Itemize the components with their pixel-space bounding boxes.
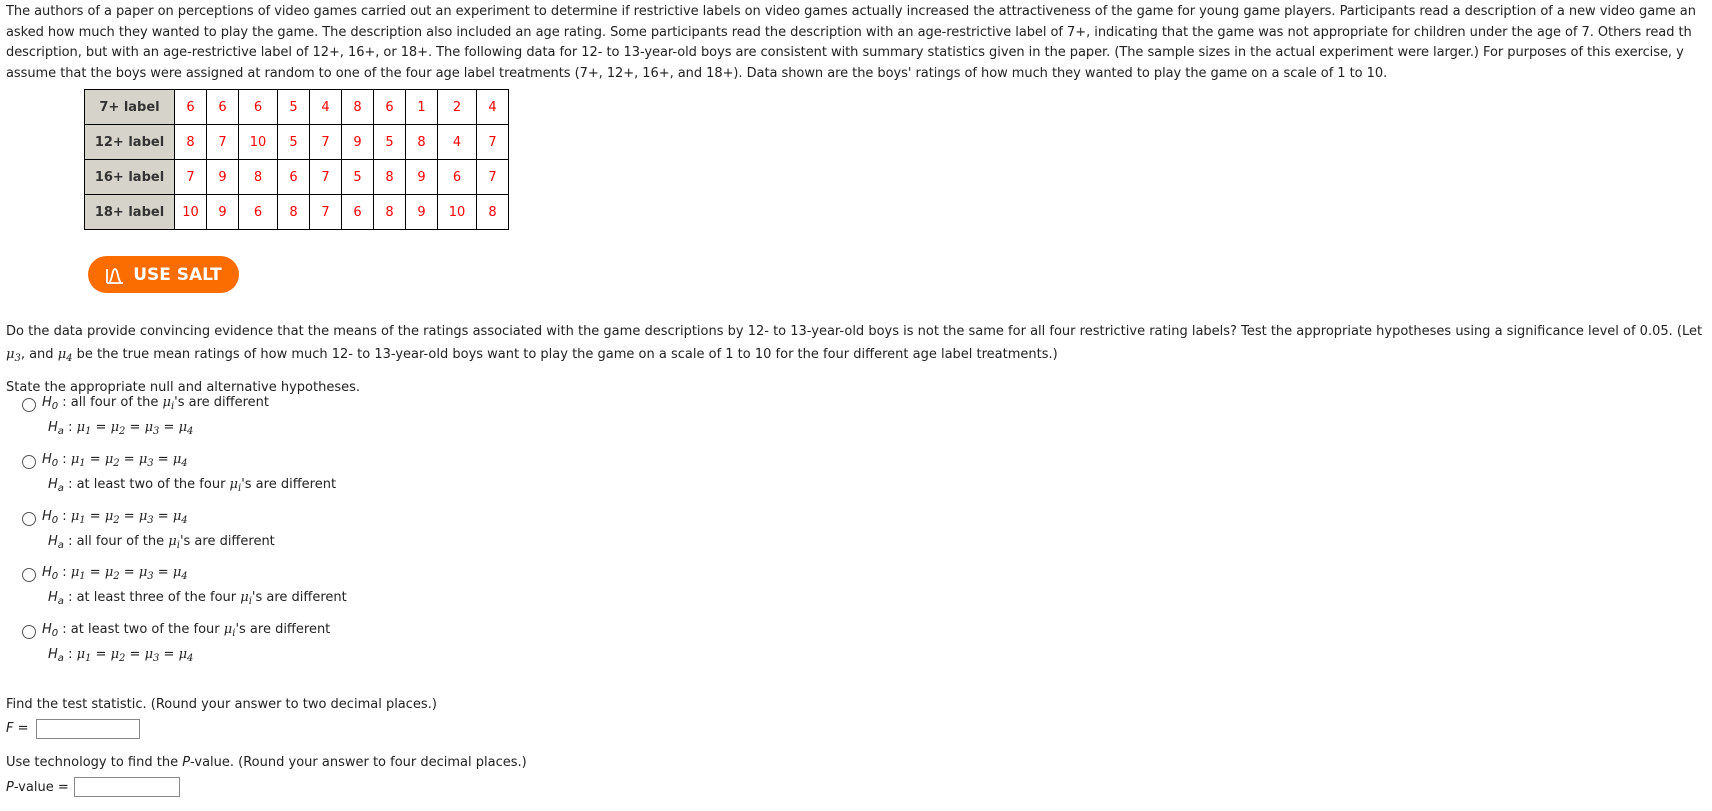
row-label: 7+ label: [84, 89, 175, 125]
null-hypothesis: H0 : at least two of the four μi's are d…: [22, 619, 330, 644]
intro-line: assume that the boys were assigned at ra…: [6, 65, 1388, 81]
hypothesis-option[interactable]: H0 : μ1 = μ2 = μ3 = μ4 Ha : at least thre…: [22, 562, 347, 612]
alternative-hypothesis: Ha : μ1 = μ2 = μ3 = μ4: [22, 644, 330, 669]
intro-line: asked how much they wanted to play the g…: [6, 24, 1692, 40]
rating-cell: 8: [476, 194, 509, 230]
alternative-hypothesis: Ha : at least three of the four μi's are…: [22, 587, 347, 612]
mu3-symbol: μ3: [6, 347, 21, 364]
rating-cell: 6: [341, 194, 374, 230]
rating-cell: 6: [277, 159, 310, 195]
hypothesis-option[interactable]: H0 : at least two of the four μi's are d…: [22, 619, 330, 669]
rating-cell: 2: [437, 89, 477, 125]
rating-cell: 8: [238, 159, 278, 195]
rating-cell: 10: [174, 194, 207, 230]
hypothesis-option[interactable]: H0 : all four of the μi's are different H…: [22, 392, 269, 442]
mu4-symbol: μ4: [57, 347, 73, 364]
rating-cell: 8: [341, 89, 374, 125]
rating-cell: 7: [309, 124, 342, 160]
radio-button[interactable]: [22, 397, 36, 412]
rating-cell: 5: [277, 124, 310, 160]
ha-text: : μ1 = μ2 = μ3 = μ4: [68, 420, 194, 437]
intro-line: description, but with an age-restrictive…: [6, 45, 1684, 60]
rating-cell: 1: [405, 89, 438, 125]
rating-cell: 5: [341, 159, 374, 195]
rating-cell: 7: [309, 159, 342, 195]
table-row: 18+ label 10 9 6 8 7 6 8 9 10 8: [84, 194, 509, 230]
ha-text: : all four of the μi's are different: [68, 534, 275, 551]
rating-cell: 8: [373, 194, 406, 230]
ha-symbol: Ha: [48, 534, 64, 551]
radio-button[interactable]: [22, 624, 36, 639]
hypothesis-option[interactable]: H0 : μ1 = μ2 = μ3 = μ4 Ha : at least two …: [22, 449, 336, 499]
null-hypothesis: H0 : μ1 = μ2 = μ3 = μ4: [22, 562, 347, 587]
radio-button[interactable]: [22, 567, 36, 582]
rating-cell: 7: [174, 159, 207, 195]
rating-cell: 5: [373, 124, 406, 160]
rating-cell: 9: [206, 159, 239, 195]
alternative-hypothesis: Ha : μ1 = μ2 = μ3 = μ4: [22, 417, 269, 442]
p-value-input[interactable]: [74, 777, 180, 797]
test-statistic-prompt: Find the test statistic. (Round your ans…: [6, 697, 437, 712]
rating-cell: 9: [341, 124, 374, 160]
ha-symbol: Ha: [48, 477, 64, 494]
intro-line: The authors of a paper on perceptions of…: [6, 4, 1696, 19]
alternative-hypothesis: Ha : at least two of the four μi's are d…: [22, 474, 336, 499]
alternative-hypothesis: Ha : all four of the μi's are different: [22, 531, 275, 556]
question-line-2: μ3, and μ4 be the true mean ratings of h…: [6, 347, 1058, 364]
rating-cell: 10: [437, 194, 477, 230]
question-line-1: Do the data provide convincing evidence …: [6, 324, 1703, 339]
rating-cell: 6: [238, 194, 278, 230]
row-label: 12+ label: [84, 124, 175, 160]
null-hypothesis: H0 : μ1 = μ2 = μ3 = μ4: [22, 449, 336, 474]
rating-cell: 10: [238, 124, 278, 160]
ha-symbol: Ha: [48, 420, 64, 437]
row-label: 18+ label: [84, 194, 175, 230]
rating-cell: 6: [174, 89, 207, 125]
ha-text: : at least two of the four μi's are diff…: [68, 477, 337, 494]
question-text: Do the data provide convincing evidence …: [6, 320, 1712, 370]
problem-intro: The authors of a paper on perceptions of…: [6, 2, 1712, 84]
radio-button[interactable]: [22, 511, 36, 526]
rating-cell: 4: [309, 89, 342, 125]
rating-cell: 5: [277, 89, 310, 125]
ha-symbol: Ha: [48, 647, 64, 664]
rating-cell: 7: [309, 194, 342, 230]
radio-button[interactable]: [22, 454, 36, 469]
use-salt-button[interactable]: USE SALT: [88, 256, 239, 293]
rating-cell: 4: [437, 124, 477, 160]
ratings-table: 7+ label 6 6 6 5 4 8 6 1 2 4 12+ label 8 7 10 5 7 9 5 8 4 7 16…: [84, 89, 509, 230]
rating-cell: 9: [206, 194, 239, 230]
row-label: 16+ label: [84, 159, 175, 195]
salt-distribution-icon: [106, 267, 124, 284]
rating-cell: 8: [174, 124, 207, 160]
null-hypothesis: H0 : μ1 = μ2 = μ3 = μ4: [22, 506, 275, 531]
p-value-label: P-value =: [6, 780, 69, 795]
rating-cell: 7: [476, 159, 509, 195]
rating-cell: 4: [476, 89, 509, 125]
rating-cell: 7: [206, 124, 239, 160]
ha-text: : μ1 = μ2 = μ3 = μ4: [68, 647, 194, 664]
rating-cell: 6: [373, 89, 406, 125]
f-statistic-input[interactable]: [36, 719, 140, 739]
ha-text: : at least three of the four μi's are di…: [68, 590, 347, 607]
rating-cell: 9: [405, 194, 438, 230]
use-salt-label: USE SALT: [133, 264, 222, 285]
rating-cell: 7: [476, 124, 509, 160]
f-label: F =: [6, 721, 29, 736]
rating-cell: 6: [437, 159, 477, 195]
null-hypothesis: H0 : all four of the μi's are different: [22, 392, 269, 417]
rating-cell: 8: [277, 194, 310, 230]
rating-cell: 8: [405, 124, 438, 160]
rating-cell: 6: [238, 89, 278, 125]
ha-symbol: Ha: [48, 590, 64, 607]
table-row: 7+ label 6 6 6 5 4 8 6 1 2 4: [84, 89, 509, 125]
rating-cell: 6: [206, 89, 239, 125]
table-row: 12+ label 8 7 10 5 7 9 5 8 4 7: [84, 124, 509, 160]
rating-cell: 9: [405, 159, 438, 195]
table-row: 16+ label 7 9 8 6 7 5 8 9 6 7: [84, 159, 509, 195]
rating-cell: 8: [373, 159, 406, 195]
p-value-prompt: Use technology to find the P-value. (Rou…: [6, 755, 527, 770]
hypothesis-option[interactable]: H0 : μ1 = μ2 = μ3 = μ4 Ha : all four of t…: [22, 506, 275, 556]
